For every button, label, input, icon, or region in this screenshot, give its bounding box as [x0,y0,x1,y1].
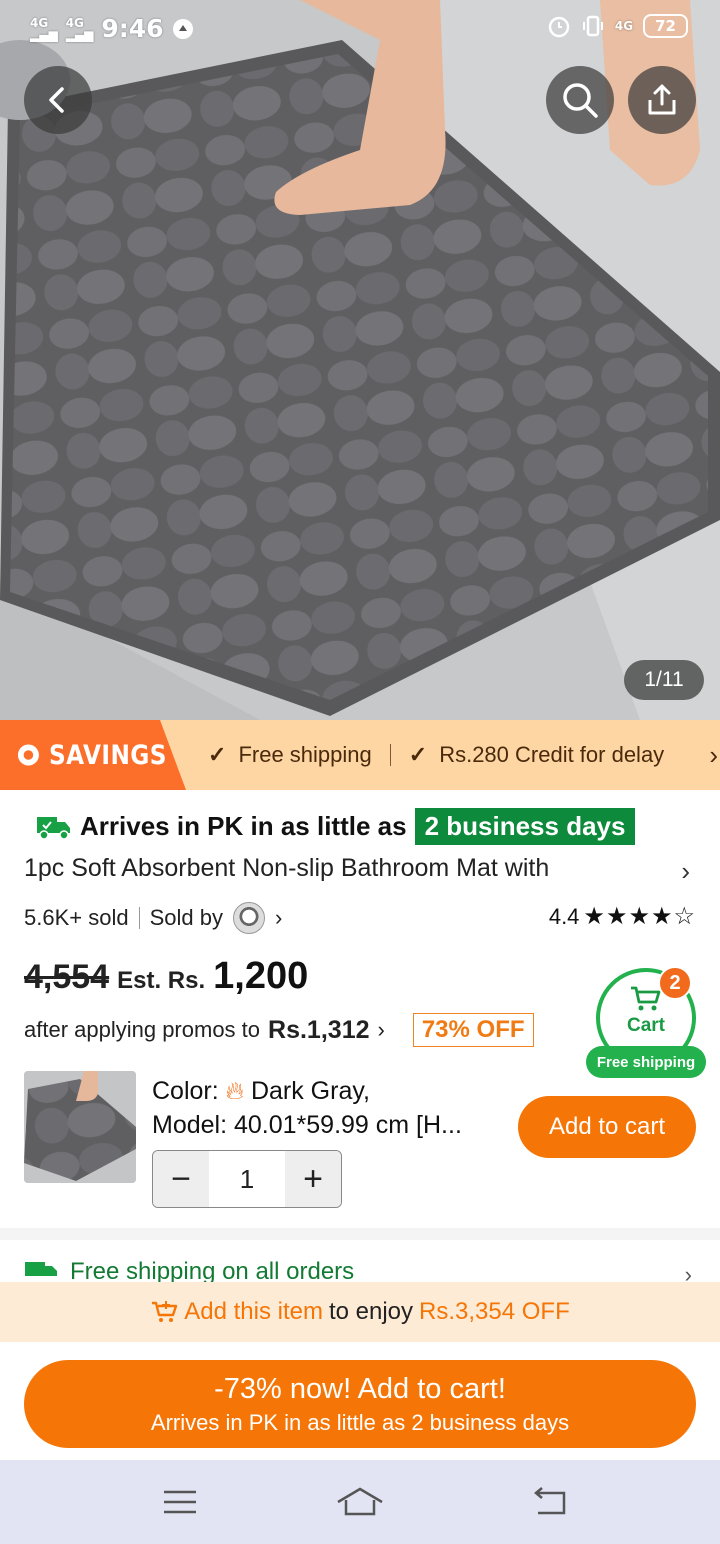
savings-free-shipping: Free shipping [238,742,372,767]
sync-icon [172,18,193,39]
discount-badge: 73% OFF [412,1013,534,1047]
check-icon: ✓ [408,742,428,767]
arrival-days-badge: 2 business days [414,808,636,845]
back-button[interactable] [24,66,92,134]
quantity-value[interactable]: 1 [209,1151,285,1207]
alarm-icon [548,16,570,38]
model-value: Model: 40.01*59.99 cm [H... [152,1111,462,1139]
section-divider [0,1228,720,1240]
return-icon [534,1487,566,1515]
star-rating-icon: ★★★★☆ [583,903,696,930]
rating-value: 4.4 [548,903,580,929]
vibrate-icon [582,15,603,37]
signal-icon-2: 4G ▂▄▆ [65,15,94,42]
seller-avatar[interactable] [232,902,265,934]
original-price: 4,554 [24,958,110,996]
divider [389,744,391,766]
sold-by-label: Sold by [149,905,223,930]
current-price: 1,200 [213,955,309,997]
flame-icon: 🔥︎ [225,1077,244,1105]
seller-info[interactable]: 5.6K+ sold Sold by › [24,902,282,934]
cart-icon [631,986,661,1011]
share-icon [648,84,676,115]
back-nav-button[interactable] [520,1480,580,1524]
promo-price-row[interactable]: after applying promos to Rs.1,312 › 73% … [24,1013,534,1047]
free-shipping-row[interactable]: Free shipping on all orders [24,1258,696,1282]
decrease-quantity-button[interactable]: − [153,1151,209,1207]
product-image[interactable]: 4G ▂▄▆ 4G ▂▄▆ 9:46 4G 72 1/11 [0,0,720,720]
savings-tag: SAVINGS [0,720,186,790]
sold-count: 5.6K+ sold [24,905,129,930]
color-value: Dark Gray, [250,1077,370,1105]
status-bar: 4G ▂▄▆ 4G ▂▄▆ 9:46 4G 72 [0,0,720,56]
gear-badge-icon [17,744,39,766]
status-time: 9:46 [101,14,164,43]
menu-nav-button[interactable] [150,1480,210,1524]
truck-icon [25,1262,57,1276]
floating-cart-button[interactable]: Cart 2 Free shipping [586,966,708,1081]
home-nav-button[interactable] [330,1480,390,1524]
promo-prefix: Add this item [184,1298,323,1325]
add-to-cart-button[interactable]: Add to cart [518,1096,696,1158]
promo-price: Rs.1,312 [268,1015,370,1044]
cart-count-badge: 2 [658,966,692,1000]
system-nav-bar [0,1460,720,1544]
chevron-left-icon [49,87,64,113]
variant-thumbnail[interactable] [24,1071,136,1183]
product-rating[interactable]: 4.4 ★★★★☆ [549,902,696,931]
free-shipping-pill: Free shipping [586,1046,706,1078]
variant-image [24,1071,136,1183]
quantity-stepper[interactable]: − 1 + [152,1150,342,1208]
search-button[interactable] [546,66,614,134]
price-row: 4,554 Est. Rs. 1,200 [24,955,308,998]
chevron-right-icon: › [377,1017,385,1042]
arrival-info: Arrives in PK in as little as 2 business… [36,808,636,845]
truck-icon [37,816,70,840]
signal-icon: 4G ▂▄▆ [30,15,58,42]
increase-quantity-button[interactable]: + [285,1151,341,1207]
est-label: Est. Rs. [117,967,206,994]
product-title[interactable]: 1pc Soft Absorbent Non-slip Bathroom Mat… [24,854,704,890]
share-button[interactable] [628,66,696,134]
chevron-right-icon: › [274,905,283,930]
variant-description[interactable]: Color: 🔥︎ Dark Gray, Model: 40.01*59.99 … [152,1074,502,1142]
promo-bar[interactable]: Add this item to enjoy Rs.3,354 OFF [0,1282,720,1342]
check-icon: ✓ [208,742,227,767]
chevron-right-icon[interactable]: › [681,856,690,887]
search-icon [563,83,598,118]
savings-bar[interactable]: SAVINGS ✓ Free shipping ✓ Rs.280 Credit … [0,720,720,790]
menu-icon [164,1490,196,1514]
network-type-icon: 4G [614,19,634,33]
add-cart-icon [152,1301,178,1322]
chevron-right-icon[interactable]: › [685,1262,692,1282]
battery-icon: 72 [643,14,688,38]
savings-credit: Rs.280 Credit for delay [439,742,665,767]
add-to-cart-cta-button[interactable]: -73% now! Add to cart! Arrives in PK in … [24,1360,696,1448]
promo-amount: Rs.3,354 OFF [419,1298,570,1325]
home-icon [337,1487,383,1516]
chevron-right-icon: › [709,740,718,770]
image-counter: 1/11 [624,660,704,700]
